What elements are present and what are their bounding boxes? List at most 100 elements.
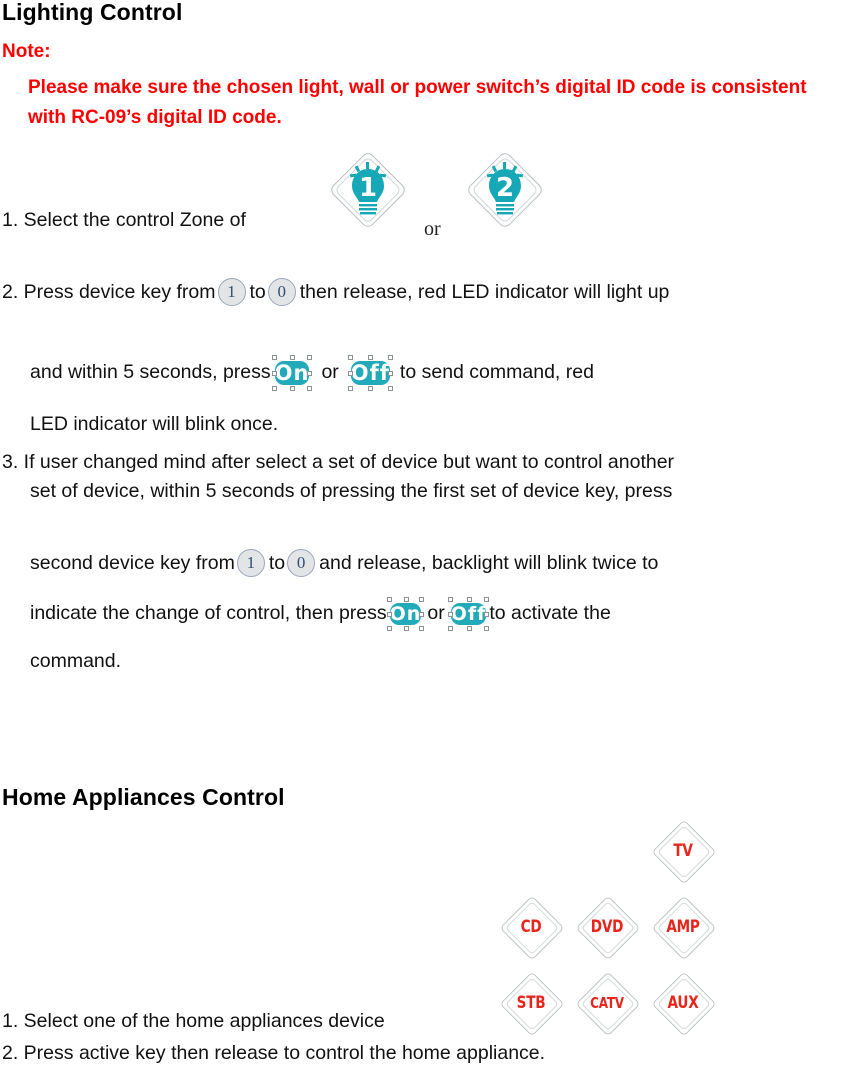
lighting-step-3-line-3: second device key from 1 to 0 and release, b… bbox=[30, 549, 658, 579]
selection-handle bbox=[290, 355, 296, 360]
selection-handle bbox=[403, 626, 409, 631]
lighting-step-2-line-1: 2. Press device key from 1 to 0 then release… bbox=[2, 278, 669, 308]
lighting-step-3-line-2: set of device, within 5 seconds of press… bbox=[30, 480, 673, 502]
zone-button-2[interactable]: 2 bbox=[465, 150, 545, 230]
selection-handle bbox=[466, 626, 472, 631]
selection-handle bbox=[368, 386, 374, 391]
lighting-control-heading: Lighting Control bbox=[2, 0, 183, 25]
selection-handle bbox=[347, 355, 353, 360]
off-button-step2[interactable]: Off bbox=[347, 355, 393, 391]
off-button-label: Off bbox=[350, 361, 390, 385]
selection-handle bbox=[386, 597, 392, 602]
appliance-button-aux[interactable]: AUX bbox=[651, 971, 717, 1037]
device-key-to-0[interactable]: 0 bbox=[266, 278, 300, 308]
selection-handle bbox=[271, 386, 277, 391]
appliance-button-catv[interactable]: CATV bbox=[575, 971, 641, 1037]
device-key-number: 1 bbox=[246, 553, 256, 572]
appliance-button-dvd[interactable]: DVD bbox=[575, 895, 641, 961]
note-body-text: Please make sure the chosen light, wall … bbox=[28, 77, 807, 128]
on-button-label: On bbox=[274, 361, 310, 385]
appliance-label: AUX bbox=[667, 993, 699, 1013]
selection-handle bbox=[368, 355, 374, 360]
lighting-step-1: 1. Select the control Zone of bbox=[2, 207, 246, 233]
lighting-step-1-text: 1. Select the control Zone of bbox=[2, 209, 246, 231]
selection-handle bbox=[447, 612, 453, 617]
step2-text-b: to bbox=[249, 281, 266, 304]
selection-handle bbox=[484, 597, 490, 602]
device-key-number: 0 bbox=[296, 553, 306, 572]
selection-handle bbox=[386, 612, 392, 617]
step2-or: or bbox=[321, 361, 339, 384]
on-button-step2[interactable]: On bbox=[271, 355, 313, 391]
selection-handle bbox=[387, 355, 393, 360]
step3-text-c: and release, backlight will blink twice … bbox=[319, 552, 659, 575]
selection-handle bbox=[419, 626, 425, 631]
appliance-label: CATV bbox=[590, 994, 624, 1012]
appliance-label: AMP bbox=[666, 917, 700, 937]
lighting-step-3-line-4-wrap: indicate the change of control, then pre… bbox=[30, 597, 611, 631]
appliance-button-cd[interactable]: CD bbox=[499, 895, 565, 961]
step3-or: or bbox=[427, 602, 445, 625]
lighting-step-3-line-2-wrap: set of device, within 5 seconds of press… bbox=[30, 478, 672, 504]
selection-handle bbox=[403, 597, 409, 602]
selection-handle bbox=[271, 355, 277, 360]
lightbulb-icon-2: 2 bbox=[486, 162, 524, 215]
appliance-step-2: 2. Press active key then release to cont… bbox=[2, 1042, 546, 1064]
zone-1-number: 1 bbox=[359, 173, 377, 203]
selection-handle bbox=[447, 597, 453, 602]
lighting-step-3-line-5-wrap: command. bbox=[30, 648, 121, 674]
step2-line2-text-a: and within 5 seconds, press bbox=[30, 361, 271, 384]
selection-handle bbox=[419, 597, 425, 602]
step3-line4-text-b: to activate the bbox=[489, 602, 611, 625]
selection-handle bbox=[387, 371, 393, 376]
step3-text-b: to bbox=[268, 552, 286, 575]
off-button-step3[interactable]: Off bbox=[447, 597, 490, 631]
selection-handle bbox=[307, 386, 313, 391]
selection-handle bbox=[307, 355, 313, 360]
selection-handle bbox=[271, 371, 277, 376]
device-key-from-1[interactable]: 1 bbox=[216, 278, 250, 308]
step2-text-a: 2. Press device key from bbox=[2, 281, 216, 304]
appliance-label: STB bbox=[516, 993, 546, 1013]
appliance-step-1-wrap: 1. Select one of the home appliances dev… bbox=[2, 1008, 385, 1034]
lightbulb-icon-1: 1 bbox=[349, 162, 387, 215]
lighting-step-2-line-2: and within 5 seconds, press On or Off to sen… bbox=[30, 355, 594, 391]
lighting-step-3-line-3-wrap: second device key from 1 to 0 and release, b… bbox=[30, 549, 658, 579]
step3-text-a: second device key from bbox=[30, 552, 235, 575]
selection-handle bbox=[484, 626, 490, 631]
lighting-step-2-line-2-wrap: and within 5 seconds, press On or Off to sen… bbox=[30, 355, 594, 391]
step3-line4-text-a: indicate the change of control, then pre… bbox=[30, 602, 387, 625]
appliance-step-2-wrap: 2. Press active key then release to cont… bbox=[2, 1040, 545, 1066]
off-button-label: Off bbox=[450, 603, 487, 625]
selection-handle bbox=[347, 371, 353, 376]
on-button-label: On bbox=[389, 603, 422, 625]
appliance-step-1: 1. Select one of the home appliances dev… bbox=[2, 1010, 385, 1032]
appliance-button-stb[interactable]: STB bbox=[499, 971, 565, 1037]
device-key-from-1-second[interactable]: 1 bbox=[235, 549, 269, 579]
appliance-button-tv[interactable]: TV bbox=[651, 819, 717, 885]
lighting-step-2-line-3: LED indicator will blink once. bbox=[30, 413, 279, 435]
lighting-step-3-line-5: command. bbox=[30, 650, 122, 672]
selection-handle bbox=[484, 612, 490, 617]
step2-line2-text-b: to send command, red bbox=[399, 361, 594, 384]
appliance-button-amp[interactable]: AMP bbox=[651, 895, 717, 961]
selection-handle bbox=[447, 626, 453, 631]
lighting-step-3-line-1: 3. If user changed mind after select a s… bbox=[2, 451, 675, 473]
on-button-step3[interactable]: On bbox=[386, 597, 425, 631]
lighting-step-2-line-3-wrap: LED indicator will blink once. bbox=[30, 411, 278, 437]
selection-handle bbox=[290, 386, 296, 391]
device-key-number: 1 bbox=[227, 282, 236, 301]
selection-handle bbox=[386, 626, 392, 631]
appliance-label: DVD bbox=[590, 917, 624, 937]
lighting-step-3-line-4: indicate the change of control, then pre… bbox=[30, 597, 611, 631]
device-key-to-0-second[interactable]: 0 bbox=[285, 549, 319, 579]
lighting-step-1-line: 1. Select the control Zone of bbox=[2, 207, 246, 233]
document-page: Lighting Control Note: Please make sure … bbox=[0, 0, 861, 1074]
zone-2-number: 2 bbox=[496, 173, 514, 203]
device-key-number: 0 bbox=[277, 282, 287, 301]
step2-text-c: then release, red LED indicator will lig… bbox=[299, 281, 670, 304]
selection-handle bbox=[419, 612, 425, 617]
lighting-step-2: 2. Press device key from 1 to 0 then release… bbox=[2, 278, 669, 308]
lighting-step-3-line-1-wrap: 3. If user changed mind after select a s… bbox=[2, 449, 674, 475]
zone-button-1[interactable]: 1 bbox=[328, 150, 408, 230]
